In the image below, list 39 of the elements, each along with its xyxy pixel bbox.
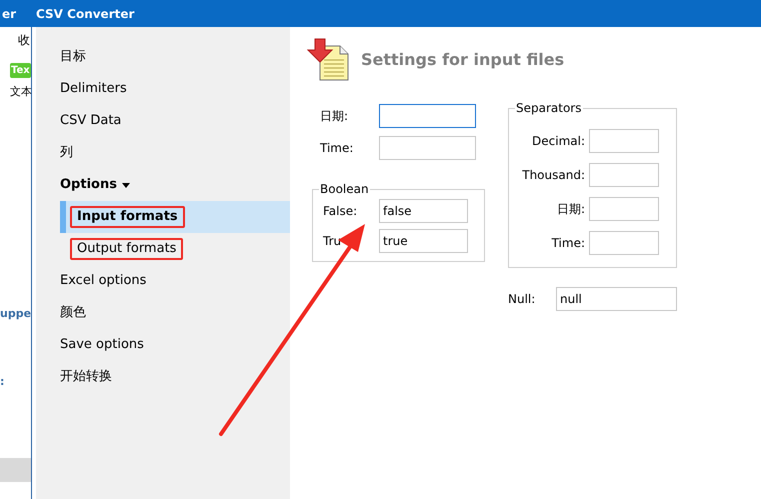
field-label: Decimal: <box>532 133 585 150</box>
input-field[interactable]: false <box>379 199 468 223</box>
group-title: Separators <box>515 100 582 116</box>
sidebar-item[interactable]: CSV Data <box>60 113 122 129</box>
input-field[interactable]: null <box>556 287 677 311</box>
input-field[interactable]: true <box>379 229 468 253</box>
window-title: er <box>1 6 18 22</box>
field-label: False: <box>323 203 358 220</box>
sidebar-item[interactable]: 目标 <box>60 49 86 65</box>
field-label: Tru <box>323 233 342 250</box>
tag-icon: Tex <box>10 63 31 78</box>
input-field[interactable] <box>379 136 476 160</box>
input-field[interactable] <box>589 129 659 153</box>
sidebar-item[interactable]: 开始转换 <box>60 369 112 385</box>
sidebar-item[interactable]: Output formats <box>70 238 184 260</box>
link-text[interactable]: : <box>0 374 31 390</box>
input-field[interactable] <box>589 163 659 187</box>
field-label: Thousand: <box>522 167 585 184</box>
link-text[interactable]: uppe <box>0 306 31 322</box>
sidebar-item[interactable]: Options <box>60 177 130 193</box>
window-title: CSV Converter <box>36 6 134 22</box>
input-field[interactable] <box>379 104 476 128</box>
field-label: Null: <box>508 291 536 308</box>
sidebar-item[interactable]: Excel options <box>60 273 146 289</box>
field-label: 日期: <box>320 108 348 125</box>
label-text: 收 <box>18 32 31 49</box>
input-field[interactable] <box>589 197 659 221</box>
sidebar-item[interactable]: Save options <box>60 337 144 353</box>
status-bar <box>0 458 31 482</box>
sidebar-item[interactable]: Delimiters <box>60 81 127 97</box>
document-import-icon <box>307 38 351 82</box>
field-label: 日期: <box>556 201 585 218</box>
sidebar-item[interactable]: 列 <box>60 145 73 161</box>
sidebar-item[interactable]: Input formats <box>70 206 185 228</box>
field-label: Time: <box>320 140 354 157</box>
input-field[interactable] <box>589 231 659 255</box>
field-label: Time: <box>552 235 585 252</box>
page-title: Settings for input files <box>361 49 564 71</box>
sidebar-item[interactable]: 颜色 <box>60 305 86 321</box>
